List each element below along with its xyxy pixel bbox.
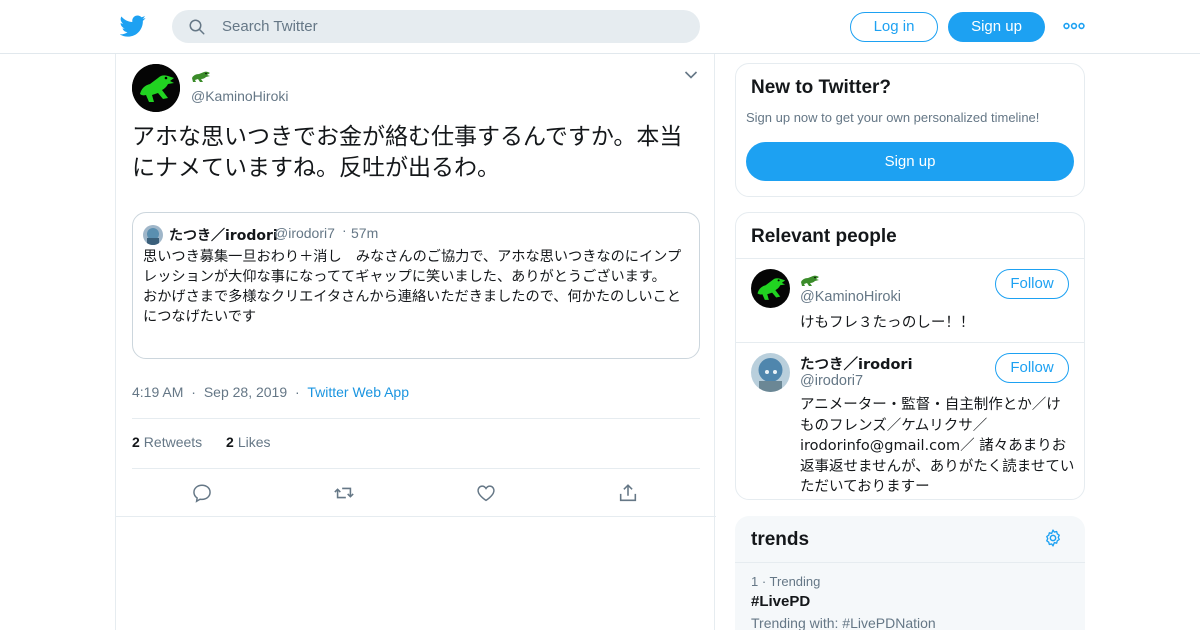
card-subtitle: Sign up now to get your own personalized… <box>746 110 1040 125</box>
tweet-detail: @KaminoHiroki アホな思いつきでお金が絡む仕事するんですか。本当にナ… <box>115 54 716 630</box>
crocodile-emoji-icon <box>801 275 819 286</box>
user-avatar-icon <box>751 353 790 392</box>
more-dots-icon[interactable] <box>1063 18 1085 34</box>
person-bio: アニメーター・監督・自主制作とか／けものフレンズ／ケムリクサ／irodorinf… <box>800 397 1075 495</box>
reply-icon[interactable] <box>191 482 213 504</box>
tweet-time[interactable]: 4:19 AM <box>132 384 183 400</box>
separator-dot: · <box>295 384 300 400</box>
user-avatar-icon <box>143 225 163 245</box>
crocodile-emoji-icon <box>192 71 210 82</box>
avatar[interactable] <box>751 269 790 308</box>
tweet-actions <box>116 482 716 506</box>
retweets-label: Retweets <box>143 434 203 450</box>
card-title: New to Twitter? <box>751 77 892 98</box>
tweet-date[interactable]: Sep 28, 2019 <box>204 384 287 400</box>
avatar[interactable] <box>132 64 180 112</box>
sidebar-signup-button[interactable]: Sign up <box>746 142 1074 181</box>
author-handle[interactable]: @KaminoHiroki <box>191 88 288 104</box>
person-handle: @irodori7 <box>800 373 864 389</box>
new-to-twitter-card: New to Twitter? Sign up now to get your … <box>735 63 1085 197</box>
tweet-source-link[interactable]: Twitter Web App <box>307 384 409 400</box>
separator-dot: · <box>342 222 347 238</box>
search-input[interactable] <box>222 10 682 43</box>
search-icon <box>189 19 205 35</box>
tweet-metadata: 4:19 AM · Sep 28, 2019 · Twitter Web App <box>132 384 409 400</box>
person-handle: @KaminoHiroki <box>800 289 901 305</box>
person-item[interactable]: @KaminoHiroki けもフレ３たっのしー！！ Follow <box>736 259 1084 342</box>
follow-button[interactable]: Follow <box>995 269 1069 299</box>
follow-button[interactable]: Follow <box>995 353 1069 383</box>
quoted-timestamp: 57m <box>351 225 379 241</box>
tweet-stats: 2 Retweets 2 Likes <box>132 434 271 450</box>
crocodile-avatar-icon <box>132 64 180 112</box>
avatar <box>143 225 163 245</box>
quoted-author-handle: @irodori7 <box>274 225 335 241</box>
share-icon[interactable] <box>617 482 639 504</box>
divider <box>132 468 700 469</box>
search-box[interactable] <box>172 10 700 43</box>
avatar[interactable] <box>751 353 790 392</box>
relevant-people-card: Relevant people @KaminoHiroki けもフレ３たっのしー… <box>735 212 1085 500</box>
trend-name[interactable]: #LivePD <box>751 593 810 610</box>
quoted-tweet-text: 思いつき募集一旦おわり＋消し みなさんのご協力で、アホな思いつきなのにインプレッ… <box>143 249 682 325</box>
separator-dot: · <box>191 384 196 400</box>
signup-button[interactable]: Sign up <box>948 12 1045 42</box>
chevron-down-icon[interactable] <box>684 70 698 80</box>
likes-label: Likes <box>237 434 271 450</box>
person-name: たつき／irodori <box>800 357 913 373</box>
card-title: Relevant people <box>751 226 897 247</box>
retweet-icon[interactable] <box>333 482 355 504</box>
trends-card: trends 1 · Trending #LivePD Trending wit… <box>735 516 1085 630</box>
divider <box>116 516 716 517</box>
card-title: trends <box>751 529 810 550</box>
crocodile-avatar-icon <box>751 269 790 308</box>
login-button[interactable]: Log in <box>850 12 938 42</box>
gear-icon[interactable] <box>1043 528 1063 548</box>
retweets-count: 2 <box>132 434 140 450</box>
divider <box>735 562 1085 563</box>
quoted-author-name: たつき／irodori <box>169 228 278 244</box>
trend-rank: 1 · Trending <box>751 574 821 589</box>
retweets-stat[interactable]: 2 Retweets <box>132 434 202 450</box>
trend-context: Trending with: #LivePDNation <box>751 615 936 630</box>
like-heart-icon[interactable] <box>475 482 497 504</box>
person-item[interactable]: たつき／irodori @irodori7 アニメーター・監督・自主制作とか／け… <box>736 343 1084 499</box>
twitter-bird-icon[interactable] <box>120 13 146 39</box>
divider <box>132 418 700 419</box>
quoted-tweet[interactable]: たつき／irodori @irodori7 · 57m 思いつき募集一旦おわり＋… <box>132 212 700 359</box>
likes-stat[interactable]: 2 Likes <box>226 434 270 450</box>
tweet-text: アホな思いつきでお金が絡む仕事するんですか。本当にナメていますね。反吐が出るわ。 <box>132 124 683 181</box>
person-bio: けもフレ３たっのしー！！ <box>800 315 975 331</box>
top-navigation-bar: Log in Sign up <box>0 0 1200 54</box>
likes-count: 2 <box>226 434 234 450</box>
